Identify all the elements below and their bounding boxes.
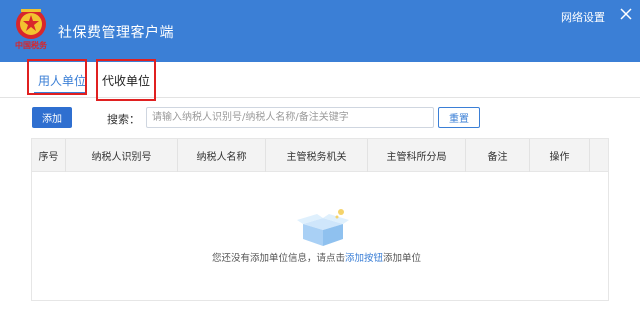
table-header: 序号 纳税人识别号 纳税人名称 主管税务机关 主管科所分局 备注 操作 xyxy=(32,139,608,172)
close-icon[interactable] xyxy=(618,6,634,22)
search-input[interactable] xyxy=(146,107,434,128)
empty-box-icon xyxy=(297,209,349,246)
col-header-actions: 操作 xyxy=(530,139,590,172)
col-header-remark: 备注 xyxy=(466,139,530,172)
col-header-index: 序号 xyxy=(32,139,66,172)
highlight-box-employer xyxy=(27,59,87,95)
highlight-box-agent xyxy=(96,59,156,101)
col-header-taxpayer-name: 纳税人名称 xyxy=(178,139,266,172)
empty-state-prefix: 您还没有添加单位信息，请点击 xyxy=(212,253,346,264)
empty-state-message: 您还没有添加单位信息，请点击添加按钮添加单位 xyxy=(212,250,421,264)
add-button[interactable]: 添加 xyxy=(32,107,72,128)
logo-caption: 中国税务 xyxy=(15,40,47,50)
col-header-tax-authority: 主管税务机关 xyxy=(266,139,368,172)
empty-state-add-link[interactable]: 添加按钮 xyxy=(345,253,383,264)
app-title: 社保费管理客户端 xyxy=(58,25,174,41)
col-header-tax-branch: 主管科所分局 xyxy=(368,139,466,172)
search-label: 搜索： xyxy=(107,113,140,126)
col-header-taxpayer-id: 纳税人识别号 xyxy=(66,139,178,172)
network-settings-link[interactable]: 网络设置 xyxy=(561,9,605,25)
reset-button[interactable]: 重置 xyxy=(438,107,480,128)
title-bar: 中国税务 社保费管理客户端 网络设置 xyxy=(0,0,640,62)
empty-state-suffix: 添加单位 xyxy=(383,253,422,264)
